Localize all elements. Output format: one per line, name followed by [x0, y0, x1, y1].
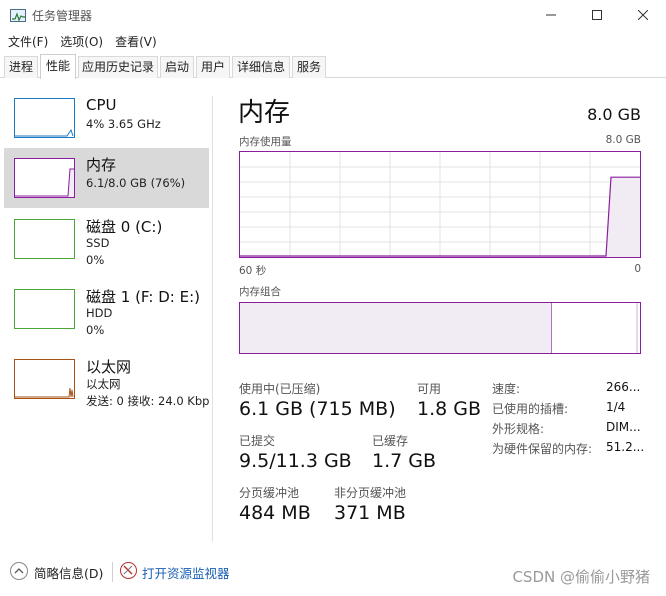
form-factor-value: DIM...: [606, 420, 641, 434]
in-use-value: 6.1 GB (715 MB): [239, 398, 396, 420]
memory-composition-bar: [239, 302, 641, 354]
disk-1-thumbnail: [14, 289, 75, 329]
pane-divider: [212, 96, 213, 542]
tab-performance[interactable]: 性能: [40, 54, 76, 79]
tab-startup[interactable]: 启动: [160, 56, 194, 78]
resource-disk-0[interactable]: 磁盘 0 (C:) SSD 0%: [4, 210, 209, 274]
composition-modified: [636, 303, 638, 353]
composition-label: 内存组合: [239, 286, 281, 298]
slots-used-label: 已使用的插槽:: [492, 402, 569, 416]
resource-usage: 4% 3.65 GHz: [86, 117, 161, 131]
total-memory: 8.0 GB: [587, 105, 641, 124]
memory-thumbnail: [14, 158, 75, 198]
graph-time-left: 60 秒: [239, 265, 267, 277]
resource-memory[interactable]: 内存 6.1/8.0 GB (76%): [4, 148, 209, 208]
cached-value: 1.7 GB: [372, 450, 437, 472]
committed-label: 已提交: [239, 434, 276, 448]
window-title: 任务管理器: [32, 9, 93, 23]
tab-users[interactable]: 用户: [196, 56, 230, 78]
speed-label: 速度:: [492, 382, 521, 396]
resource-name: 内存: [86, 156, 117, 174]
resource-type: HDD: [86, 306, 113, 320]
memory-details-panel: 内存 8.0 GB 内存使用量 8.0 GB 60 秒 0 内存组合 使用中(已…: [226, 78, 656, 548]
speed-value: 266...: [606, 380, 641, 394]
bottom-divider: [112, 562, 113, 582]
graph-time-right: 0: [634, 263, 641, 275]
paged-pool-label: 分页缓冲池: [239, 486, 300, 500]
bottom-bar: 简略信息(D) 打开资源监视器 CSDN @偷偷小野猪: [0, 550, 666, 596]
resource-usage: 0%: [86, 253, 105, 267]
ethernet-thumbnail: [14, 359, 75, 399]
resource-ethernet[interactable]: 以太网 以太网 发送: 0 接收: 24.0 Kbp: [4, 350, 209, 414]
form-factor-label: 外形规格:: [492, 422, 545, 436]
composition-in-use: [240, 303, 552, 353]
menu-view[interactable]: 查看(V): [107, 30, 161, 52]
tab-bar: 进程 性能 应用历史记录 启动 用户 详细信息 服务: [0, 54, 666, 79]
resource-cpu[interactable]: CPU 4% 3.65 GHz: [4, 90, 209, 148]
chevron-up-icon: [14, 568, 24, 574]
usage-graph-label: 内存使用量: [239, 136, 292, 148]
tab-details[interactable]: 详细信息: [232, 56, 290, 78]
paged-pool-value: 484 MB: [239, 502, 311, 524]
resource-monitor-icon[interactable]: [120, 562, 137, 579]
cpu-thumbnail: [14, 98, 75, 138]
menu-bar: 文件(F) 选项(O) 查看(V): [0, 30, 666, 52]
title-bar: 任务管理器: [0, 0, 666, 30]
resource-list: CPU 4% 3.65 GHz 内存 6.1/8.0 GB (76%) 磁盘 0…: [0, 78, 212, 548]
resource-name: 磁盘 1 (F: D: E:): [86, 288, 200, 306]
hardware-reserved-label: 为硬件保留的内存:: [492, 442, 593, 456]
page-title: 内存: [238, 98, 291, 128]
usage-graph-max: 8.0 GB: [605, 134, 641, 146]
committed-value: 9.5/11.3 GB: [239, 450, 352, 472]
close-button[interactable]: [620, 0, 666, 30]
available-value: 1.8 GB: [417, 398, 482, 420]
tab-app-history[interactable]: 应用历史记录: [78, 56, 158, 78]
usage-graph-canvas: [240, 152, 640, 257]
resource-type: SSD: [86, 236, 110, 250]
cached-label: 已缓存: [372, 434, 409, 448]
resource-name: 磁盘 0 (C:): [86, 218, 163, 236]
watermark: CSDN @偷偷小野猪: [512, 568, 650, 586]
tab-services[interactable]: 服务: [292, 56, 326, 78]
open-resource-monitor-link[interactable]: 打开资源监视器: [142, 563, 230, 582]
fewer-details-button[interactable]: [10, 562, 28, 580]
resource-name: CPU: [86, 96, 117, 114]
maximize-button[interactable]: [574, 0, 620, 30]
disk-0-thumbnail: [14, 219, 75, 259]
task-manager-icon: [10, 9, 26, 22]
tab-processes[interactable]: 进程: [4, 56, 38, 78]
resource-name: 以太网: [86, 358, 132, 376]
resource-usage: 6.1/8.0 GB (76%): [86, 176, 186, 190]
resource-usage: 发送: 0 接收: 24.0 Kbp: [86, 394, 210, 408]
resource-usage: 0%: [86, 323, 105, 337]
resource-disk-1[interactable]: 磁盘 1 (F: D: E:) HDD 0%: [4, 280, 209, 344]
memory-usage-graph: [239, 151, 641, 258]
fewer-details-label[interactable]: 简略信息(D): [34, 563, 103, 582]
in-use-label: 使用中(已压缩): [239, 382, 321, 396]
menu-file[interactable]: 文件(F): [0, 30, 52, 52]
slots-used-value: 1/4: [606, 400, 626, 414]
nonpaged-pool-value: 371 MB: [334, 502, 406, 524]
available-label: 可用: [417, 382, 442, 396]
resource-type: 以太网: [86, 377, 121, 391]
hardware-reserved-value: 51.2...: [606, 440, 645, 454]
nonpaged-pool-label: 非分页缓冲池: [334, 486, 407, 500]
minimize-button[interactable]: [528, 0, 574, 30]
menu-options[interactable]: 选项(O): [52, 30, 107, 52]
